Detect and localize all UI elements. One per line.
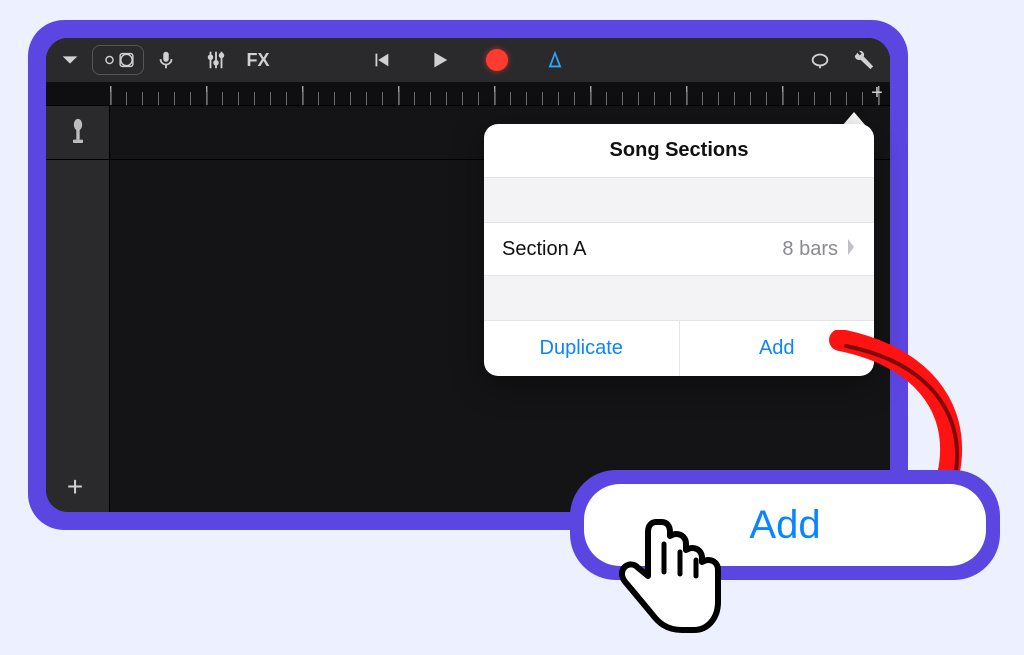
dropdown-icon[interactable] bbox=[52, 44, 88, 76]
top-toolbar: FX bbox=[46, 38, 890, 82]
section-name-label: Section A bbox=[502, 238, 587, 261]
duplicate-label: Duplicate bbox=[540, 337, 623, 360]
add-track-icon[interactable]: + bbox=[60, 472, 90, 502]
timeline-ruler[interactable]: + bbox=[46, 82, 890, 106]
add-label: Add bbox=[759, 337, 795, 360]
add-button[interactable]: Add bbox=[679, 321, 875, 376]
metronome-icon[interactable] bbox=[537, 44, 573, 76]
play-icon[interactable] bbox=[421, 44, 457, 76]
ruler-ticks bbox=[110, 82, 890, 105]
microphone-icon[interactable] bbox=[148, 44, 184, 76]
track-instrument-icon[interactable] bbox=[46, 106, 109, 160]
section-detail-label: 8 bars bbox=[782, 238, 838, 261]
mixer-sliders-icon[interactable] bbox=[198, 44, 234, 76]
duplicate-button[interactable]: Duplicate bbox=[484, 321, 679, 376]
popover-title: Song Sections bbox=[484, 124, 874, 178]
song-sections-popover: Song Sections Section A 8 bars Duplicate… bbox=[484, 124, 874, 376]
callout-bezel: Add bbox=[570, 470, 1000, 580]
camera-switch-icon[interactable] bbox=[92, 45, 144, 75]
fx-label: FX bbox=[246, 50, 269, 71]
fx-button[interactable]: FX bbox=[238, 44, 278, 76]
section-row[interactable]: Section A 8 bars bbox=[484, 222, 874, 276]
chevron-right-icon bbox=[846, 238, 856, 261]
popover-actions: Duplicate Add bbox=[484, 320, 874, 376]
callout-add-button[interactable]: Add bbox=[584, 484, 986, 566]
record-icon[interactable] bbox=[479, 44, 515, 76]
track-headers bbox=[46, 106, 110, 512]
loop-icon[interactable] bbox=[802, 44, 838, 76]
popover-spacer bbox=[484, 178, 874, 222]
callout-add-label: Add bbox=[749, 503, 820, 548]
add-section-icon[interactable]: + bbox=[868, 84, 886, 102]
popover-spacer bbox=[484, 276, 874, 320]
settings-wrench-icon[interactable] bbox=[846, 44, 882, 76]
rewind-icon[interactable] bbox=[363, 44, 399, 76]
